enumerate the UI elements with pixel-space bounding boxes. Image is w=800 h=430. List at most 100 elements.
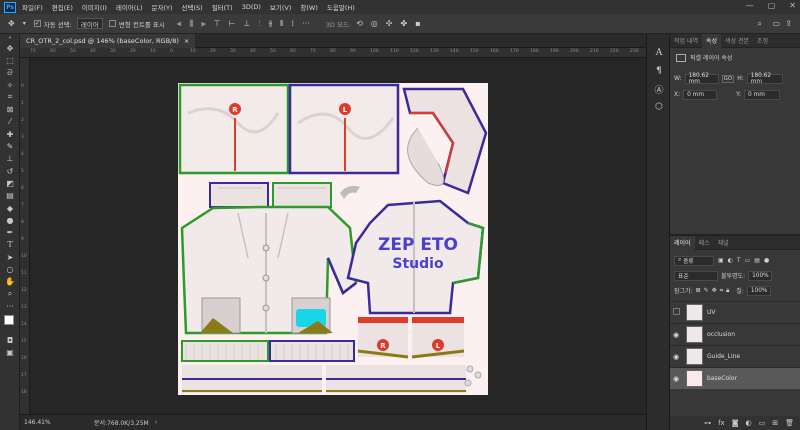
filter-shape-icon[interactable]: ▭ (745, 257, 751, 264)
layer-row-uv[interactable]: UV (670, 301, 800, 323)
roll-3d-icon[interactable]: ◎ (371, 19, 378, 28)
dodge-tool-icon[interactable]: ● (0, 214, 20, 226)
distribute-2-icon[interactable]: ⫵ (268, 19, 272, 29)
filter-type-icon[interactable]: T (737, 257, 741, 264)
zoom-level[interactable]: 146.41% (24, 419, 66, 426)
tab-adjustments[interactable]: 조정 (753, 34, 772, 48)
more-tools-icon[interactable]: ··· (0, 300, 20, 312)
align-center-icon[interactable]: ⫼ (189, 19, 193, 29)
move-tool-icon[interactable]: ✥ (0, 42, 20, 54)
opacity-field[interactable]: 100% (748, 270, 773, 281)
height-field[interactable]: 180.62 mm (746, 73, 783, 85)
new-group-icon[interactable]: ▭ (759, 419, 766, 427)
document-canvas[interactable]: R L ZEP ETO Studio R L (178, 83, 488, 395)
more-options-icon[interactable]: ··· (302, 19, 310, 28)
pen-tool-icon[interactable]: ✒ (0, 226, 20, 238)
lock-pixels-icon[interactable]: ⊠ (696, 287, 701, 294)
stamp-tool-icon[interactable]: ⊥ (0, 153, 20, 165)
chevron-down-icon[interactable]: ▾ (23, 20, 26, 27)
tab-properties[interactable]: 속성 (702, 33, 722, 48)
filter-pixel-icon[interactable]: ▣ (718, 257, 724, 264)
pan-3d-icon[interactable]: ✣ (386, 19, 393, 28)
layer-filter-dropdown[interactable]: ⌕ 종류 (674, 255, 714, 266)
auto-select-checkbox[interactable]: ✓ (33, 20, 41, 27)
menu-3d[interactable]: 3D(D) (242, 3, 261, 11)
color-swatches[interactable] (0, 313, 20, 335)
status-more-icon[interactable]: › (155, 419, 157, 426)
close-tab-icon[interactable]: × (184, 37, 189, 45)
close-window-button[interactable]: ✕ (789, 1, 796, 10)
slide-3d-icon[interactable]: ✤ (400, 19, 407, 28)
adjustment-layer-icon[interactable]: ◐ (746, 419, 752, 427)
maximize-button[interactable]: ▢ (768, 1, 776, 10)
path-select-tool-icon[interactable]: ➤ (0, 251, 20, 263)
tab-paths[interactable]: 패스 (695, 236, 714, 250)
filter-smart-icon[interactable]: ▤ (754, 257, 760, 264)
3d-panel-icon[interactable]: ⬡ (647, 98, 671, 116)
glyphs-panel-icon[interactable]: Ⓐ (647, 80, 671, 98)
tab-channels[interactable]: 채널 (714, 236, 733, 250)
workspace-icon[interactable]: ▭ (772, 19, 780, 28)
paragraph-panel-icon[interactable]: ¶ (647, 62, 671, 80)
lock-artboard-icon[interactable]: ⌗ (720, 287, 723, 295)
menu-help[interactable]: 도움말(H) (327, 2, 355, 12)
menu-file[interactable]: 파일(F) (22, 2, 43, 12)
y-field[interactable]: 0 mm (744, 89, 781, 100)
width-field[interactable]: 180.62 mm (684, 73, 719, 85)
auto-select-dropdown[interactable]: 레이어 (76, 18, 103, 29)
align-bottom-icon[interactable]: ⊥ (244, 19, 251, 28)
crop-tool-icon[interactable]: ⌗ (0, 91, 20, 103)
align-middle-icon[interactable]: ⊢ (229, 19, 236, 28)
quick-mask-icon[interactable]: ◘ (0, 335, 20, 347)
x-field[interactable]: 0 mm (683, 89, 718, 100)
layer-style-icon[interactable]: fx (718, 419, 725, 427)
eye-icon[interactable]: ◉ (670, 353, 682, 361)
toolbar-collapse-icon[interactable]: » (0, 34, 20, 42)
distribute-1-icon[interactable]: ⫶ (258, 19, 260, 29)
screen-mode-icon[interactable]: ▣ (0, 347, 20, 359)
zoom-tool-icon[interactable]: ⌕ (0, 288, 20, 300)
search-icon[interactable]: ⌕ (758, 19, 762, 29)
shape-tool-icon[interactable]: ○ (0, 263, 20, 275)
history-brush-icon[interactable]: ↺ (0, 165, 20, 177)
tab-swatches[interactable]: 색상 견본 (721, 34, 753, 48)
lock-position-icon[interactable]: ✥ (712, 287, 717, 294)
distribute-3-icon[interactable]: ⫴ (280, 19, 283, 29)
menu-window[interactable]: 창(W) (300, 2, 317, 12)
menu-filter[interactable]: 필터(T) (212, 2, 233, 12)
eyedropper-tool-icon[interactable]: ⁄ (0, 116, 20, 128)
link-layers-icon[interactable]: ⊶ (704, 419, 711, 427)
gradient-tool-icon[interactable]: ▤ (0, 190, 20, 202)
menu-edit[interactable]: 편집(E) (52, 2, 73, 12)
blur-tool-icon[interactable]: ◆ (0, 202, 20, 214)
tab-layers[interactable]: 레이어 (670, 235, 695, 250)
transform-controls-checkbox[interactable] (108, 20, 116, 27)
brush-tool-icon[interactable]: ✎ (0, 140, 20, 152)
filter-adjust-icon[interactable]: ◐ (728, 257, 733, 264)
eye-icon[interactable]: ◉ (670, 331, 682, 339)
delete-layer-icon[interactable]: 🗑︎ (785, 419, 794, 427)
menu-layer[interactable]: 레이어(L) (116, 2, 143, 12)
magic-wand-tool-icon[interactable]: ✧ (0, 79, 20, 91)
marquee-tool-icon[interactable]: ⬚ (0, 54, 20, 66)
blend-mode-dropdown[interactable]: 표준 (674, 270, 718, 281)
menu-image[interactable]: 이미지(I) (82, 2, 107, 12)
fill-field[interactable]: 100% (746, 285, 771, 296)
add-mask-icon[interactable]: ◙ (732, 419, 739, 427)
new-layer-icon[interactable]: ⊞ (772, 419, 778, 427)
document-tab[interactable]: CR_OTR_2_col.psd @ 146% (baseColor, RGB/… (20, 34, 196, 48)
link-icon[interactable]: GO (721, 74, 735, 83)
lasso-tool-icon[interactable]: ᘐ (0, 67, 20, 79)
type-tool-icon[interactable]: T (0, 239, 20, 251)
minimize-button[interactable]: — (746, 1, 754, 10)
move-tool-icon[interactable]: ✥ (8, 19, 15, 28)
filter-toggle-icon[interactable]: ● (764, 257, 769, 264)
menu-type[interactable]: 문자(Y) (152, 2, 173, 12)
hand-tool-icon[interactable]: ✋ (0, 276, 20, 288)
orbit-3d-icon[interactable]: ⟲ (356, 19, 363, 28)
align-right-icon[interactable]: ⫸ (201, 19, 206, 29)
layer-row-occlusion[interactable]: ◉ occlusion (670, 323, 800, 345)
healing-tool-icon[interactable]: ✚ (0, 128, 20, 140)
align-left-icon[interactable]: ⫷ (177, 19, 182, 29)
tab-history[interactable]: 작업 내역 (670, 34, 702, 48)
